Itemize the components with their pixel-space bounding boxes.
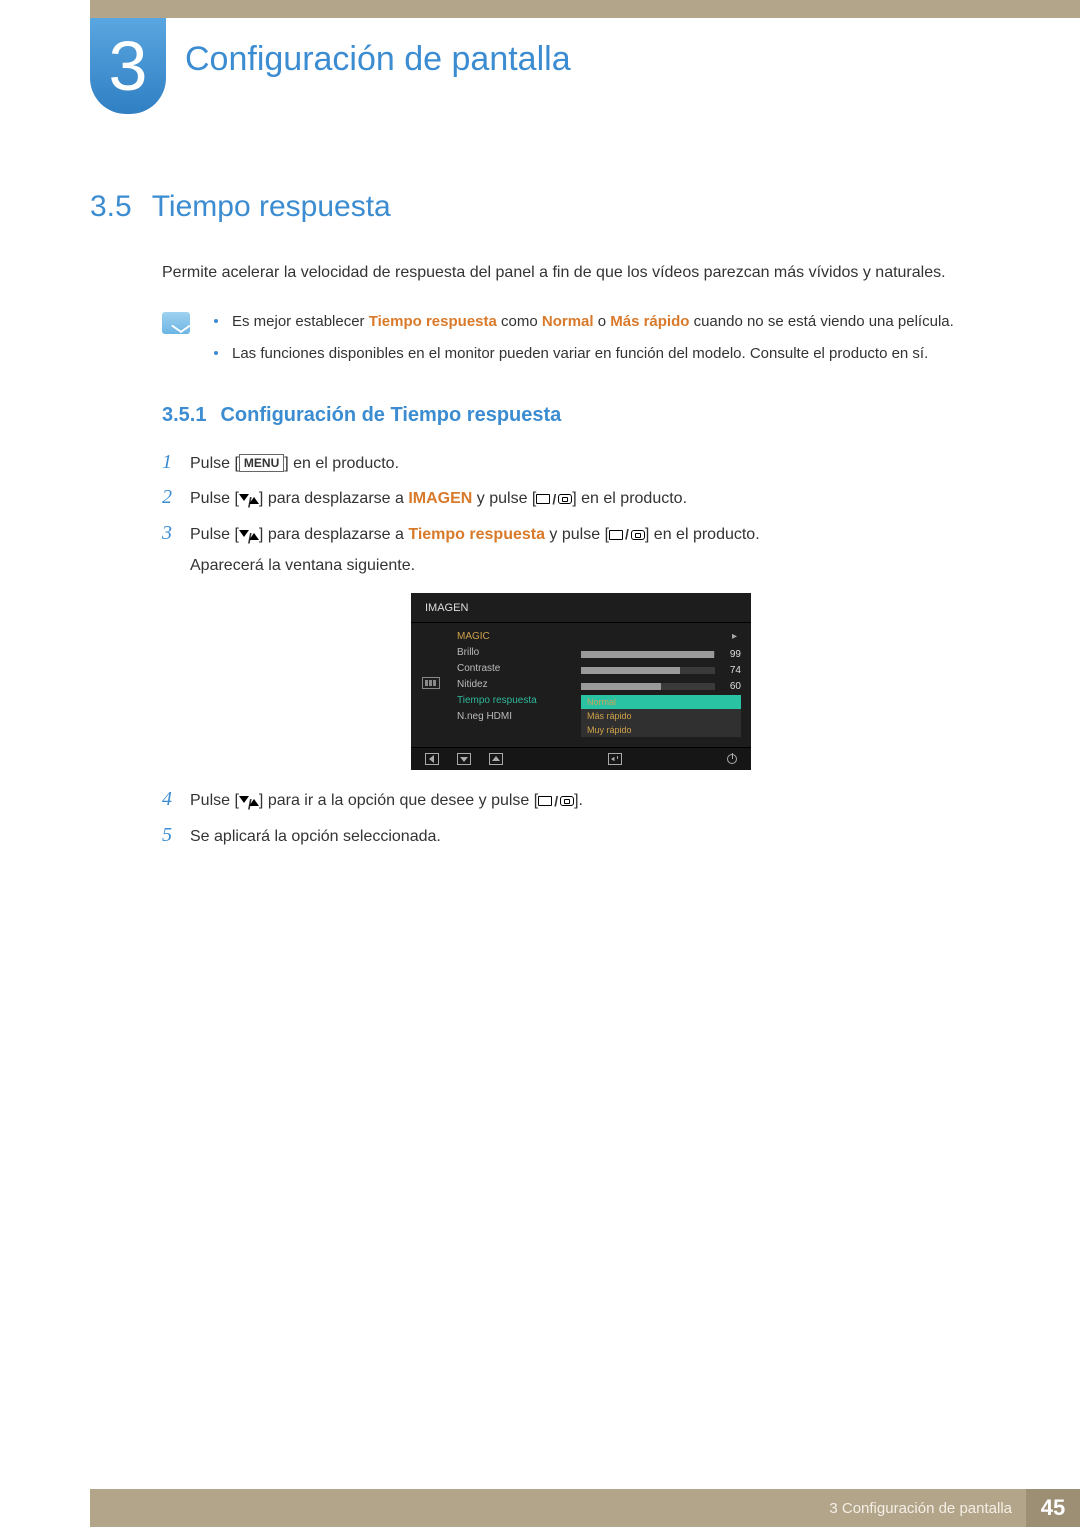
steps-list-cont: 4 Pulse [/] para ir a la opción que dese…: [162, 788, 1000, 849]
osd-enter-icon: [608, 753, 622, 765]
up-down-icon: /: [239, 794, 259, 808]
osd-item-contraste: Contraste: [451, 661, 571, 677]
osd-nav-down-icon: [457, 753, 471, 765]
top-bar: [90, 0, 1080, 18]
slider-nitidez: 60: [581, 679, 741, 695]
section-title: Tiempo respuesta: [152, 190, 391, 223]
chapter-badge: 3: [90, 18, 166, 114]
picture-icon: [422, 677, 440, 689]
up-down-icon: /: [239, 528, 259, 542]
steps-list: 1 Pulse [MENU] en el producto. 2 Pulse […: [162, 451, 1000, 579]
osd-title: IMAGEN: [411, 599, 751, 623]
osd-item-nitidez: Nitidez: [451, 677, 571, 693]
step-body: Pulse [/] para desplazarse a Tiempo resp…: [190, 522, 1000, 579]
note-icon: [162, 312, 190, 334]
step-3: 3 Pulse [/] para desplazarse a Tiempo re…: [162, 522, 1000, 579]
note-item: Es mejor establecer Tiempo respuesta com…: [214, 310, 954, 334]
step-5: 5 Se aplicará la opción seleccionada.: [162, 824, 1000, 850]
step-number: 3: [162, 522, 190, 545]
submenu-arrow-icon: ▸: [581, 631, 741, 647]
osd-option-muy-rapido: Muy rápido: [581, 723, 741, 737]
section-intro: Permite acelerar la velocidad de respues…: [162, 260, 1000, 286]
note-block: Es mejor establecer Tiempo respuesta com…: [162, 310, 1000, 374]
step-4: 4 Pulse [/] para ir a la opción que dese…: [162, 788, 1000, 814]
step-2: 2 Pulse [/] para desplazarse a IMAGEN y …: [162, 486, 1000, 512]
subsection-heading: 3.5.1 Configuración de Tiempo respuesta: [162, 404, 1000, 427]
slider-contraste: 74: [581, 663, 741, 679]
menu-key-icon: MENU: [239, 454, 284, 472]
section: 3.5 Tiempo respuesta Permite acelerar la …: [90, 190, 1000, 859]
step-number: 4: [162, 788, 190, 811]
osd-power-icon: [727, 754, 737, 764]
step-body: Pulse [/] para desplazarse a IMAGEN y pu…: [190, 486, 1000, 512]
osd-dropdown: Normal Más rápido Muy rápido: [581, 695, 741, 737]
subsection-title: Configuración de Tiempo respuesta: [220, 404, 561, 426]
step-number: 1: [162, 451, 190, 474]
osd-values: ▸ 99 74 60 Normal Más rá: [581, 629, 741, 737]
footer-label: 3 Configuración de pantalla: [829, 1500, 1012, 1517]
footer-page-number: 45: [1026, 1489, 1080, 1527]
step-body: Se aplicará la opción seleccionada.: [190, 824, 1000, 850]
osd-body: MAGIC Brillo Contraste Nitidez Tiempo re…: [411, 623, 751, 747]
osd-option-mas-rapido: Más rápido: [581, 709, 741, 723]
step-body: Pulse [/] para ir a la opción que desee …: [190, 788, 1000, 814]
section-number: 3.5: [90, 190, 132, 223]
osd-window: IMAGEN MAGIC Brillo Contraste Nitidez Ti…: [411, 593, 751, 770]
osd-nav-up-icon: [489, 753, 503, 765]
step-number: 2: [162, 486, 190, 509]
subsection-number: 3.5.1: [162, 404, 206, 426]
osd-item-tiempo-respuesta: Tiempo respuesta: [451, 693, 571, 709]
step-extra-text: Aparecerá la ventana siguiente.: [190, 553, 1000, 579]
page-footer: 3 Configuración de pantalla 45: [90, 1489, 1080, 1527]
step-1: 1 Pulse [MENU] en el producto.: [162, 451, 1000, 477]
chapter-title: Configuración de pantalla: [185, 40, 571, 79]
up-down-icon: /: [239, 492, 259, 506]
osd-option-normal: Normal: [581, 695, 741, 709]
osd-item-brillo: Brillo: [451, 645, 571, 661]
enter-source-icon: /: [609, 523, 645, 545]
osd-category-icon-col: [421, 629, 441, 737]
osd-figure: IMAGEN MAGIC Brillo Contraste Nitidez Ti…: [162, 593, 1000, 770]
step-body: Pulse [MENU] en el producto.: [190, 451, 1000, 477]
slider-brillo: 99: [581, 647, 741, 663]
osd-item-nneg-hdmi: N.neg HDMI: [451, 709, 571, 725]
note-item: Las funciones disponibles en el monitor …: [214, 342, 954, 366]
enter-source-icon: /: [536, 488, 572, 510]
osd-menu: MAGIC Brillo Contraste Nitidez Tiempo re…: [451, 629, 571, 737]
enter-source-icon: /: [538, 790, 574, 812]
osd-footer: [411, 747, 751, 770]
osd-nav-left-icon: [425, 753, 439, 765]
step-number: 5: [162, 824, 190, 847]
section-heading: 3.5 Tiempo respuesta: [90, 190, 1000, 224]
chapter-number: 3: [109, 31, 148, 101]
note-list: Es mejor establecer Tiempo respuesta com…: [214, 310, 954, 374]
osd-item-magic: MAGIC: [451, 629, 571, 645]
